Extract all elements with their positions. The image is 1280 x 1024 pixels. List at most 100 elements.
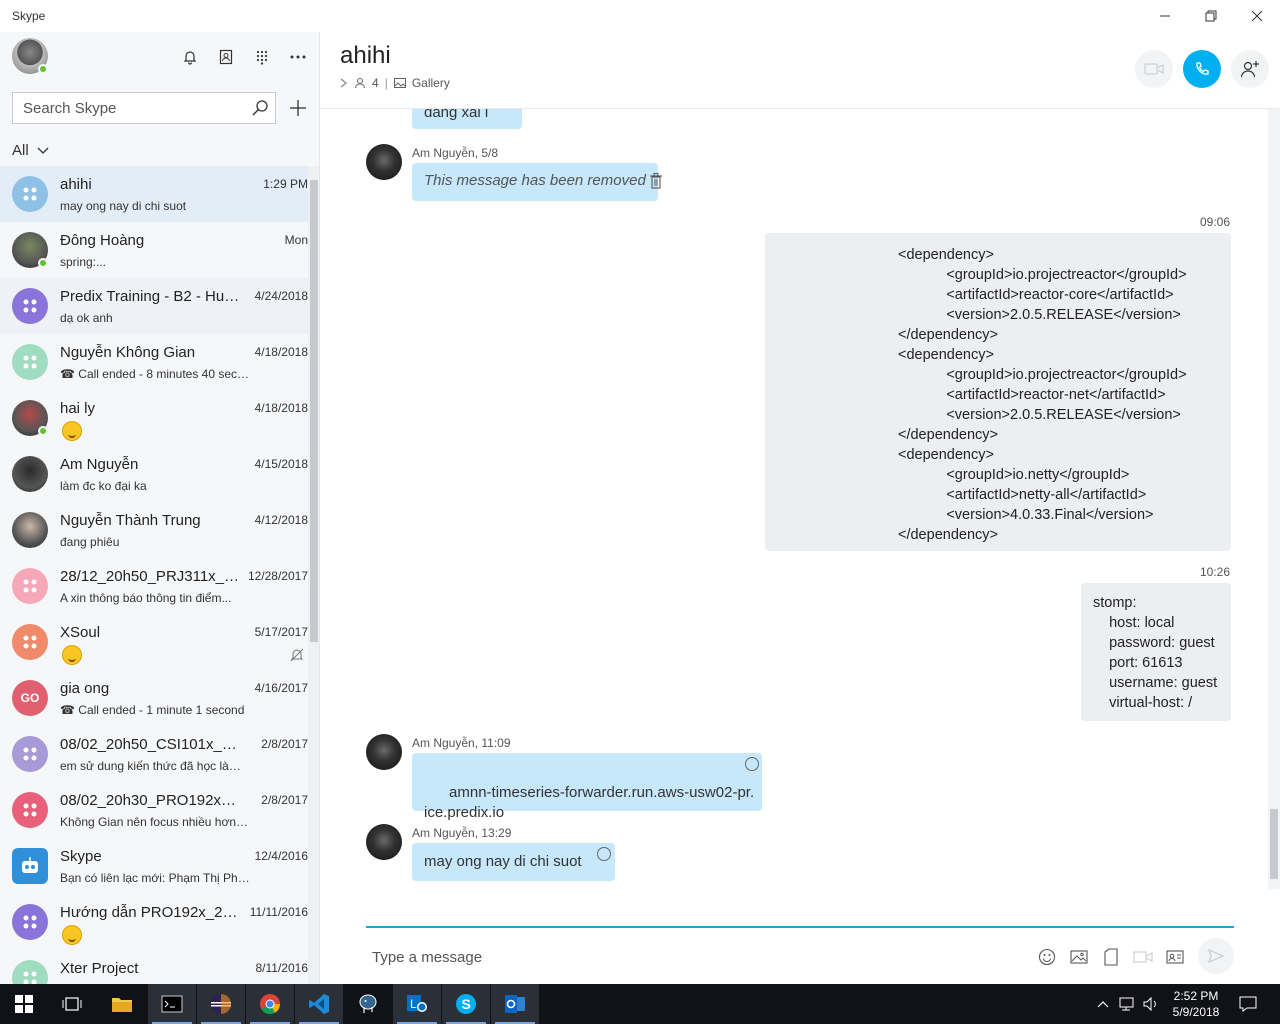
close-button[interactable] bbox=[1234, 0, 1280, 32]
clock-time: 2:52 PM bbox=[1173, 989, 1219, 1003]
action-center-icon[interactable] bbox=[1234, 984, 1262, 1024]
conversation-time: 5/17/2017 bbox=[254, 625, 308, 639]
restore-button[interactable] bbox=[1188, 0, 1234, 32]
message-bubble-removed[interactable]: This message has been removed bbox=[412, 163, 658, 201]
minimize-button[interactable] bbox=[1142, 0, 1188, 32]
conversation-item[interactable]: Đông Hoàng Mon spring:... bbox=[0, 222, 308, 278]
search-input[interactable] bbox=[13, 93, 247, 123]
video-message-icon[interactable] bbox=[1132, 946, 1154, 968]
sender-avatar[interactable] bbox=[366, 824, 402, 860]
image-icon[interactable] bbox=[1068, 946, 1090, 968]
conversation-preview: em sử dung kiến thức đã học làm t... bbox=[60, 759, 250, 773]
conversation-name: hai ly bbox=[60, 400, 96, 417]
emoji-icon[interactable] bbox=[1036, 946, 1058, 968]
sidebar-scrollbar[interactable] bbox=[308, 166, 319, 984]
conversation-time: 2/8/2017 bbox=[261, 737, 308, 751]
conversation-item[interactable]: Skype 12/4/2016 Bạn có liên lạc mới: Phạm … bbox=[0, 838, 308, 894]
participants-icon[interactable] bbox=[354, 77, 366, 89]
search-icon[interactable] bbox=[251, 99, 269, 117]
sender-avatar[interactable] bbox=[366, 144, 402, 180]
group-avatar-icon[interactable] bbox=[12, 568, 48, 604]
message-bubble-code[interactable]: <dependency> <groupId>io.projectreactor<… bbox=[765, 233, 1231, 551]
message-bubble[interactable]: may ong nay di chi suot bbox=[412, 843, 615, 881]
avatar[interactable] bbox=[12, 512, 48, 548]
message-text: may ong nay di chi suot bbox=[424, 853, 582, 870]
conversation-item[interactable]: hai ly 4/18/2018 bbox=[0, 390, 308, 446]
skype-bot-icon[interactable] bbox=[12, 848, 48, 884]
group-avatar-icon[interactable] bbox=[12, 344, 48, 380]
chevron-up-icon[interactable] bbox=[1094, 984, 1112, 1024]
group-avatar-icon[interactable] bbox=[12, 736, 48, 772]
file-explorer-icon[interactable] bbox=[98, 984, 146, 1024]
avatar[interactable] bbox=[12, 456, 48, 492]
outlook-icon[interactable] bbox=[491, 984, 539, 1024]
skype-taskbar-icon[interactable]: S bbox=[442, 984, 490, 1024]
conversation-item[interactable]: XSoul 5/17/2017 bbox=[0, 614, 308, 670]
filter-dropdown[interactable]: All bbox=[12, 142, 49, 159]
chevron-right-icon[interactable] bbox=[340, 78, 348, 88]
message-bubble-link[interactable]: amnn-timeseries-forwarder.run.aws-usw02-… bbox=[412, 753, 762, 821]
add-participant-button[interactable] bbox=[1231, 50, 1269, 88]
chrome-icon[interactable] bbox=[246, 984, 294, 1024]
participant-count[interactable]: 4 bbox=[372, 76, 379, 90]
conversation-item[interactable]: 08/02_20h50_CSI101x_Ngu... 2/8/2017 em sử … bbox=[0, 726, 308, 782]
eclipse-icon[interactable] bbox=[197, 984, 245, 1024]
conversation-preview: làm đc ko đại ka bbox=[60, 479, 147, 493]
terminal-icon[interactable] bbox=[148, 984, 196, 1024]
task-view-icon[interactable] bbox=[48, 984, 96, 1024]
conversation-item[interactable]: Predix Training - B2 - Huy... 4/24/2018 dạ… bbox=[0, 278, 308, 334]
more-options-icon[interactable] bbox=[287, 46, 309, 68]
conversation-item[interactable]: GO gia ong 4/16/2017 ☎ Call ended - 1 minut… bbox=[0, 670, 308, 726]
message-bubble-config[interactable]: stomp: host: local password: guest port:… bbox=[1081, 583, 1231, 721]
avatar[interactable]: GO bbox=[12, 680, 48, 716]
message-scrollbar[interactable] bbox=[1268, 109, 1280, 889]
network-icon[interactable] bbox=[1116, 984, 1138, 1024]
message-bubble-partial[interactable]: đang xài i bbox=[412, 109, 522, 129]
conversation-time: 4/12/2018 bbox=[254, 513, 308, 527]
group-avatar-icon[interactable] bbox=[12, 176, 48, 212]
volume-icon[interactable] bbox=[1140, 984, 1162, 1024]
dialpad-icon[interactable] bbox=[251, 46, 273, 68]
trash-icon[interactable] bbox=[650, 173, 662, 189]
add-icon[interactable] bbox=[288, 98, 308, 118]
gallery-link[interactable]: Gallery bbox=[412, 76, 450, 90]
add-reaction-icon[interactable] bbox=[745, 757, 759, 771]
start-button[interactable] bbox=[0, 984, 48, 1024]
send-button[interactable] bbox=[1198, 938, 1234, 974]
add-reaction-icon[interactable] bbox=[597, 847, 611, 861]
lync-icon[interactable]: L bbox=[393, 984, 441, 1024]
conversation-time: 8/11/2016 bbox=[255, 961, 309, 975]
conversation-preview: ☎ Call ended - 8 minutes 40 seconds bbox=[60, 367, 250, 381]
video-call-button[interactable] bbox=[1135, 50, 1173, 88]
group-avatar-icon[interactable] bbox=[12, 904, 48, 940]
conversation-item[interactable]: Hướng dẫn PRO192x_20... 11/11/2016 bbox=[0, 894, 308, 950]
postgres-icon[interactable] bbox=[344, 984, 392, 1024]
sender-avatar[interactable] bbox=[366, 734, 402, 770]
message-time: 09:06 bbox=[1199, 215, 1230, 229]
gallery-icon[interactable] bbox=[393, 78, 406, 88]
message-input[interactable] bbox=[366, 944, 1006, 970]
group-avatar-icon[interactable] bbox=[12, 288, 48, 324]
conversation-name: Nguyễn Thành Trung bbox=[60, 512, 201, 529]
conversation-item[interactable]: 08/02_20h30_PRO192x_Ng... 2/8/2017 Không G… bbox=[0, 782, 308, 838]
group-avatar-icon[interactable] bbox=[12, 960, 48, 984]
conversation-item[interactable]: Nguyễn Thành Trung 4/12/2018 đang phiêu bbox=[0, 502, 308, 558]
conversation-item[interactable]: Xter Project 8/11/2016 bbox=[0, 950, 308, 984]
bell-icon[interactable] bbox=[179, 46, 201, 68]
contact-card-icon[interactable] bbox=[1164, 946, 1186, 968]
conversation-item[interactable]: Nguyễn Không Gian 4/18/2018 ☎ Call ended -… bbox=[0, 334, 308, 390]
search-box[interactable] bbox=[12, 92, 276, 124]
file-icon[interactable] bbox=[1100, 946, 1122, 968]
group-avatar-icon[interactable] bbox=[12, 624, 48, 660]
conversation-item[interactable]: ahihi 1:29 PM may ong nay di chi suot bbox=[0, 166, 308, 222]
scrollbar-thumb[interactable] bbox=[310, 180, 318, 642]
system-clock[interactable]: 2:52 PM 5/9/2018 bbox=[1166, 988, 1226, 1020]
vscode-icon[interactable] bbox=[295, 984, 343, 1024]
scrollbar-thumb[interactable] bbox=[1270, 809, 1278, 879]
conversation-preview: Bạn có liên lạc mới: Phạm Thị Phư... bbox=[60, 871, 250, 885]
conversation-item[interactable]: Am Nguyễn 4/15/2018 làm đc ko đại ka bbox=[0, 446, 308, 502]
conversation-item[interactable]: 28/12_20h50_PRJ311x_N... 12/28/2017 A xin … bbox=[0, 558, 308, 614]
contacts-icon[interactable] bbox=[215, 46, 237, 68]
group-avatar-icon[interactable] bbox=[12, 792, 48, 828]
audio-call-button[interactable] bbox=[1183, 50, 1221, 88]
